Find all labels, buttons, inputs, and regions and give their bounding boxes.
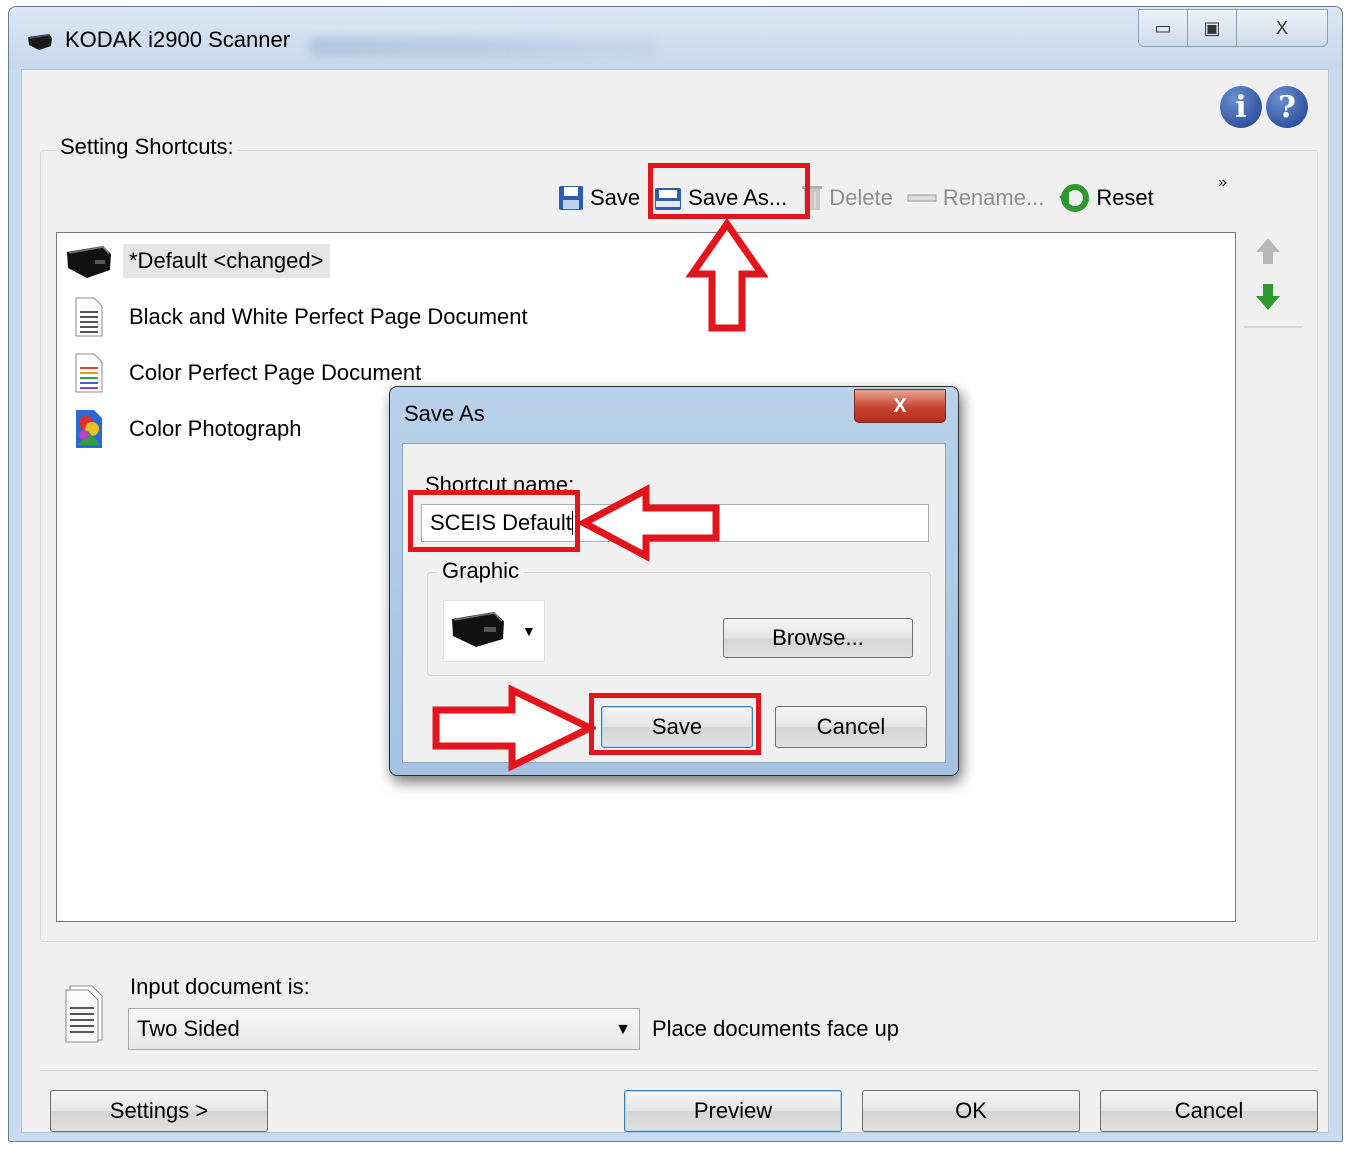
dialog-cancel-button[interactable]: Cancel	[775, 706, 927, 748]
blurred-title-text	[309, 37, 659, 57]
window-title: KODAK i2900 Scanner	[65, 27, 291, 52]
scanner-icon	[65, 242, 113, 280]
rename-icon	[907, 192, 937, 204]
dialog-close-button[interactable]: X	[854, 389, 946, 423]
rename-toolbar-button[interactable]: Rename...	[907, 185, 1045, 211]
list-item[interactable]: Color Photograph	[65, 405, 307, 453]
delete-toolbar-button[interactable]: Delete	[801, 184, 893, 212]
rename-toolbar-label: Rename...	[942, 185, 1045, 210]
maximize-icon: ▣	[1203, 17, 1221, 38]
move-down-arrow-icon[interactable]	[1254, 282, 1282, 318]
side-divider	[1244, 326, 1302, 328]
placement-hint: Place documents face up	[652, 1016, 900, 1041]
bw-document-icon	[65, 297, 113, 337]
floppy-save-icon	[558, 185, 584, 211]
close-icon: X	[1275, 17, 1288, 38]
shortcuts-group-label: Setting Shortcuts:	[56, 134, 238, 160]
reset-toolbar-button[interactable]: Reset	[1058, 183, 1154, 213]
save-toolbar-button[interactable]: Save	[558, 185, 640, 211]
list-item-label: *Default <changed>	[123, 244, 330, 278]
minimize-icon: ▭	[1154, 17, 1172, 38]
bottom-divider	[40, 1070, 1318, 1071]
color-document-icon	[65, 353, 113, 393]
app-icon	[27, 31, 53, 57]
chevron-down-icon: ▼	[522, 623, 536, 639]
reset-toolbar-label: Reset	[1096, 185, 1154, 210]
graphic-picker[interactable]: ▼	[443, 600, 545, 662]
annotation-box-save	[589, 693, 761, 755]
graphic-group-label: Graphic	[437, 558, 525, 584]
annotation-left-arrow-icon	[578, 484, 720, 562]
close-window-button[interactable]: X	[1236, 9, 1328, 47]
input-document-value: Two Sided	[137, 1016, 240, 1041]
reset-icon	[1058, 183, 1090, 213]
input-document-icon	[62, 984, 106, 1050]
scanner-icon	[450, 607, 506, 655]
delete-toolbar-label: Delete	[829, 185, 893, 210]
save-toolbar-label: Save	[590, 185, 641, 210]
maximize-button[interactable]: ▣	[1187, 9, 1237, 47]
title-bar[interactable]: KODAK i2900 Scanner ▭ ▣ X	[9, 7, 1342, 69]
minimize-button[interactable]: ▭	[1138, 9, 1188, 47]
annotation-box-save-as	[648, 163, 810, 219]
browse-button[interactable]: Browse...	[723, 618, 913, 658]
move-up-arrow-icon[interactable]	[1254, 236, 1282, 272]
toolbar-overflow-chevron[interactable]: »	[1218, 174, 1227, 192]
preview-button[interactable]: Preview	[624, 1090, 842, 1132]
list-item-label: Black and White Perfect Page Document	[129, 304, 528, 329]
color-photo-icon	[65, 409, 113, 449]
info-icon[interactable]: i	[1220, 86, 1262, 128]
settings-button[interactable]: Settings >	[50, 1090, 268, 1132]
list-item[interactable]: Black and White Perfect Page Document	[65, 293, 534, 341]
cancel-button[interactable]: Cancel	[1100, 1090, 1318, 1132]
list-item[interactable]: *Default <changed>	[65, 237, 330, 285]
close-icon: X	[893, 394, 907, 417]
list-item[interactable]: Color Perfect Page Document	[65, 349, 427, 397]
annotation-box-shortcut-name	[408, 490, 580, 552]
help-icon[interactable]: ?	[1266, 86, 1308, 128]
list-item-label: Color Perfect Page Document	[129, 360, 422, 385]
input-document-label: Input document is:	[130, 974, 310, 999]
annotation-right-arrow-icon	[432, 684, 596, 772]
dialog-title: Save As	[404, 401, 485, 426]
ok-button[interactable]: OK	[862, 1090, 1080, 1132]
input-document-select[interactable]: Two Sided ▼	[128, 1008, 640, 1050]
annotation-up-arrow-icon	[686, 218, 768, 332]
dropdown-caret-icon: ▼	[615, 1021, 631, 1038]
list-item-label: Color Photograph	[129, 416, 302, 441]
